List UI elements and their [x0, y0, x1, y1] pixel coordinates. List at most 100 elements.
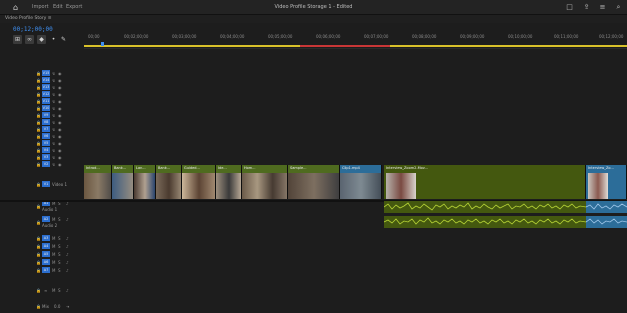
- track-tag[interactable]: A7: [42, 267, 50, 273]
- video-clip[interactable]: Interview_Zoom2-Mov...: [384, 165, 586, 199]
- lock-icon[interactable]: 🔒: [36, 85, 41, 90]
- track-header-v1[interactable]: 🔒 V1 Video 1: [0, 177, 84, 191]
- lock-icon[interactable]: 🔒: [36, 252, 41, 257]
- sequence-tab[interactable]: Video Profile Story ≡: [0, 15, 627, 23]
- solo-icon[interactable]: S: [58, 252, 61, 257]
- menu-icon[interactable]: ≡: [598, 3, 607, 12]
- lock-icon[interactable]: 🔒: [36, 182, 41, 187]
- mic-icon[interactable]: ♪: [66, 244, 69, 249]
- track-header-v6[interactable]: 🔒 V6 ↯ ◉: [0, 133, 84, 139]
- sync-icon[interactable]: ↯: [52, 92, 55, 97]
- mute-icon[interactable]: M: [52, 268, 55, 273]
- lock-icon[interactable]: 🔒: [36, 288, 41, 293]
- sync-icon[interactable]: ↯: [52, 141, 55, 146]
- lock-icon[interactable]: 🔒: [36, 141, 41, 146]
- track-tag[interactable]: A3: [42, 235, 50, 241]
- track-tag[interactable]: A4: [42, 243, 50, 249]
- timecode-display[interactable]: 00;12;00;00: [13, 26, 53, 33]
- track-tag[interactable]: V12: [42, 91, 50, 97]
- eye-icon[interactable]: ◉: [58, 113, 62, 118]
- track-header-v14[interactable]: 🔒 V14 ↯ ◉: [0, 77, 84, 83]
- mic-icon[interactable]: ♪: [66, 252, 69, 257]
- lock-icon[interactable]: 🔒: [36, 244, 41, 249]
- mic-icon[interactable]: ♪: [66, 268, 69, 273]
- track-tag[interactable]: V10: [42, 105, 50, 111]
- video-clip-selected[interactable]: Interview_Zo...: [586, 165, 627, 199]
- lock-icon[interactable]: 🔒: [36, 304, 41, 309]
- sync-icon[interactable]: ↯: [52, 78, 55, 83]
- audio-clip-a1[interactable]: [384, 201, 586, 213]
- track-header-a6[interactable]: 🔒 A6 M S ♪: [0, 259, 84, 265]
- lock-icon[interactable]: 🔒: [36, 92, 41, 97]
- track-header-v11[interactable]: 🔒 V11 ↯ ◉: [0, 98, 84, 104]
- lock-icon[interactable]: 🔒: [36, 127, 41, 132]
- sync-icon[interactable]: ↯: [52, 71, 55, 76]
- eye-icon[interactable]: ◉: [58, 148, 62, 153]
- snap-icon[interactable]: ⊞: [13, 35, 22, 44]
- sync-icon[interactable]: ↯: [52, 106, 55, 111]
- video-clip[interactable]: Introd...: [84, 165, 112, 199]
- eye-icon[interactable]: ◉: [58, 99, 62, 104]
- eye-icon[interactable]: ◉: [58, 162, 62, 167]
- lock-icon[interactable]: 🔒: [36, 155, 41, 160]
- track-tag[interactable]: V4: [42, 147, 50, 153]
- track-tag[interactable]: V2: [42, 161, 50, 167]
- eye-icon[interactable]: ◉: [58, 71, 62, 76]
- lock-icon[interactable]: 🔒: [36, 71, 41, 76]
- mic-icon[interactable]: ♪: [66, 260, 69, 265]
- sync-icon[interactable]: ↯: [52, 155, 55, 160]
- track-tag[interactable]: A2: [42, 216, 50, 222]
- track-header-a2[interactable]: 🔒 A2 M S ♪ Audio 2: [0, 216, 84, 228]
- video-clip[interactable]: Bank...: [156, 165, 182, 199]
- track-header-a3[interactable]: 🔒 A3 M S ♪: [0, 235, 84, 241]
- audio-clip-a2-selected[interactable]: [586, 216, 627, 228]
- track-header-v5[interactable]: 🔒 V5 ↯ ◉: [0, 140, 84, 146]
- eye-icon[interactable]: ◉: [58, 134, 62, 139]
- cursor-icon[interactable]: •: [49, 35, 58, 44]
- track-tag[interactable]: V13: [42, 84, 50, 90]
- lock-icon[interactable]: 🔒: [36, 120, 41, 125]
- playhead[interactable]: [101, 42, 104, 46]
- mic-icon[interactable]: ♪: [66, 217, 69, 222]
- track-header-v9[interactable]: 🔒 V9 ↯ ◉: [0, 112, 84, 118]
- search-icon[interactable]: ⌕: [614, 3, 623, 12]
- mix-out-icon[interactable]: ⇥: [66, 304, 69, 309]
- mix-track[interactable]: 🔒 Mix 0.0 ⇥: [0, 303, 84, 309]
- video-clip[interactable]: Ide...: [216, 165, 242, 199]
- track-tag[interactable]: V11: [42, 98, 50, 104]
- window-icon[interactable]: □: [565, 3, 574, 12]
- track-tag[interactable]: V9: [42, 112, 50, 118]
- lock-icon[interactable]: 🔒: [36, 148, 41, 153]
- mic-icon[interactable]: ♪: [66, 236, 69, 241]
- lock-icon[interactable]: 🔒: [36, 204, 41, 209]
- eye-icon[interactable]: ◉: [58, 141, 62, 146]
- mix-value[interactable]: 0.0: [54, 304, 60, 309]
- track-tag[interactable]: V8: [42, 119, 50, 125]
- track-tag[interactable]: V7: [42, 126, 50, 132]
- share-icon[interactable]: ⇪: [582, 3, 591, 12]
- track-header-a7[interactable]: 🔒 A7 M S ♪: [0, 267, 84, 273]
- track-tag[interactable]: V14: [42, 77, 50, 83]
- eye-icon[interactable]: ◉: [58, 106, 62, 111]
- video-clip-selected[interactable]: Clip1.mp4: [340, 165, 382, 199]
- eye-icon[interactable]: ◉: [58, 120, 62, 125]
- track-header-a5[interactable]: 🔒 A5 M S ♪: [0, 251, 84, 257]
- solo-icon[interactable]: S: [58, 217, 61, 222]
- video-clip[interactable]: Hom...: [242, 165, 288, 199]
- link-icon[interactable]: ∞: [25, 35, 34, 44]
- sync-icon[interactable]: ↯: [52, 99, 55, 104]
- sync-icon[interactable]: ↯: [52, 148, 55, 153]
- track-header-extra[interactable]: 🔒 ∞ M S ♪: [0, 287, 84, 293]
- track-header-v10[interactable]: 🔒 V10 ↯ ◉: [0, 105, 84, 111]
- lock-icon[interactable]: 🔒: [36, 78, 41, 83]
- lock-icon[interactable]: 🔒: [36, 236, 41, 241]
- track-header-v3[interactable]: 🔒 V3 ↯ ◉: [0, 154, 84, 160]
- track-tag[interactable]: A6: [42, 259, 50, 265]
- video-clip[interactable]: Sample...: [288, 165, 340, 199]
- track-header-v13[interactable]: 🔒 V13 ↯ ◉: [0, 84, 84, 90]
- video-clip[interactable]: Lan...: [134, 165, 156, 199]
- track-header-v12[interactable]: 🔒 V12 ↯ ◉: [0, 91, 84, 97]
- lock-icon[interactable]: 🔒: [36, 99, 41, 104]
- solo-icon[interactable]: S: [58, 268, 61, 273]
- eye-icon[interactable]: ◉: [58, 127, 62, 132]
